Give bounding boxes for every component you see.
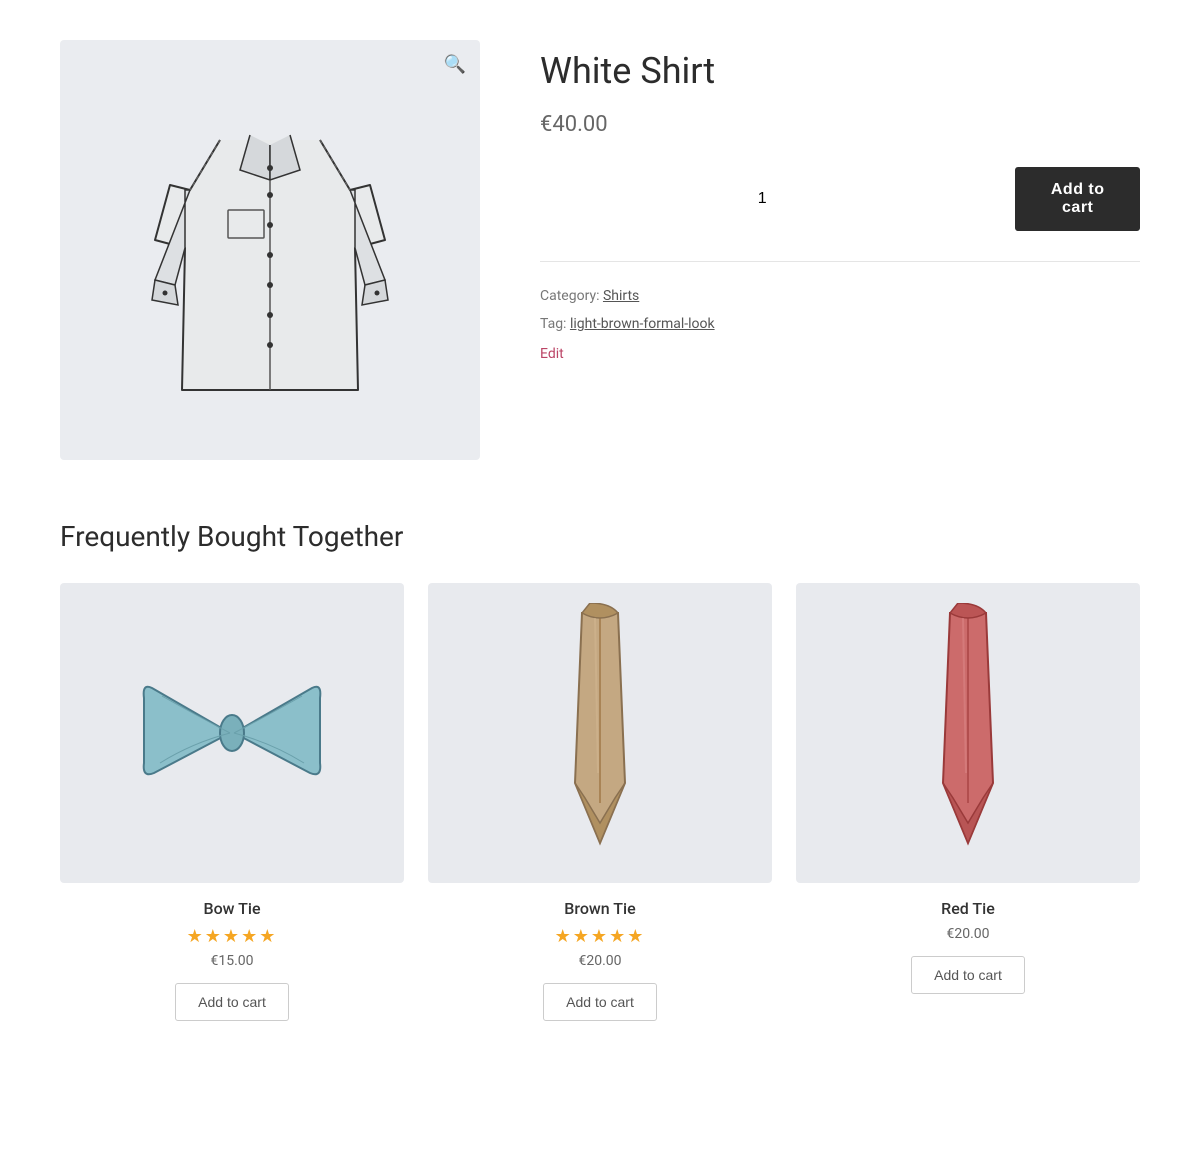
red-tie-name: Red Tie bbox=[941, 899, 995, 918]
fbt-card-brown-tie: Brown Tie ★★★★★ €20.00 Add to cart bbox=[428, 583, 772, 1021]
bow-tie-name: Bow Tie bbox=[203, 899, 260, 918]
edit-link[interactable]: Edit bbox=[540, 346, 1140, 362]
product-image-container: 🔍 bbox=[60, 40, 480, 460]
quantity-input[interactable] bbox=[540, 182, 999, 216]
fbt-card-red-tie: Red Tie €20.00 Add to cart bbox=[796, 583, 1140, 1021]
add-to-cart-button[interactable]: Add to cart bbox=[1015, 167, 1140, 231]
product-section: 🔍 bbox=[60, 40, 1140, 460]
category-label: Category: bbox=[540, 288, 599, 304]
product-price: €40.00 bbox=[540, 112, 1140, 137]
brown-tie-name: Brown Tie bbox=[564, 899, 635, 918]
zoom-icon[interactable]: 🔍 bbox=[444, 54, 466, 75]
brown-tie-image bbox=[540, 603, 660, 863]
meta-divider bbox=[540, 261, 1140, 262]
brown-tie-image-container bbox=[428, 583, 772, 883]
fbt-section: Frequently Bought Together bbox=[60, 520, 1140, 1021]
fbt-grid: Bow Tie ★★★★★ €15.00 Add to cart bbox=[60, 583, 1140, 1021]
red-tie-image-container bbox=[796, 583, 1140, 883]
product-title: White Shirt bbox=[540, 50, 1140, 92]
red-tie-price: €20.00 bbox=[946, 926, 989, 942]
product-meta: Category: Shirts Tag: light-brown-formal… bbox=[540, 282, 1140, 338]
bow-tie-image-container bbox=[60, 583, 404, 883]
bow-tie-stars: ★★★★★ bbox=[187, 926, 278, 947]
add-to-cart-row: Add to cart bbox=[540, 167, 1140, 231]
product-details: White Shirt €40.00 Add to cart Category:… bbox=[540, 40, 1140, 460]
brown-tie-price: €20.00 bbox=[578, 953, 621, 969]
brown-tie-stars: ★★★★★ bbox=[555, 926, 646, 947]
red-tie-image bbox=[908, 603, 1028, 863]
bow-tie-add-to-cart-button[interactable]: Add to cart bbox=[175, 983, 289, 1021]
category-link[interactable]: Shirts bbox=[603, 288, 639, 304]
fbt-card-bow-tie: Bow Tie ★★★★★ €15.00 Add to cart bbox=[60, 583, 404, 1021]
bow-tie-image bbox=[132, 668, 332, 798]
bow-tie-price: €15.00 bbox=[210, 953, 253, 969]
brown-tie-add-to-cart-button[interactable]: Add to cart bbox=[543, 983, 657, 1021]
fbt-title: Frequently Bought Together bbox=[60, 520, 1140, 553]
tag-link[interactable]: light-brown-formal-look bbox=[570, 316, 715, 332]
tag-label: Tag: bbox=[540, 316, 566, 332]
red-tie-add-to-cart-button[interactable]: Add to cart bbox=[911, 956, 1025, 994]
product-image bbox=[140, 80, 400, 420]
